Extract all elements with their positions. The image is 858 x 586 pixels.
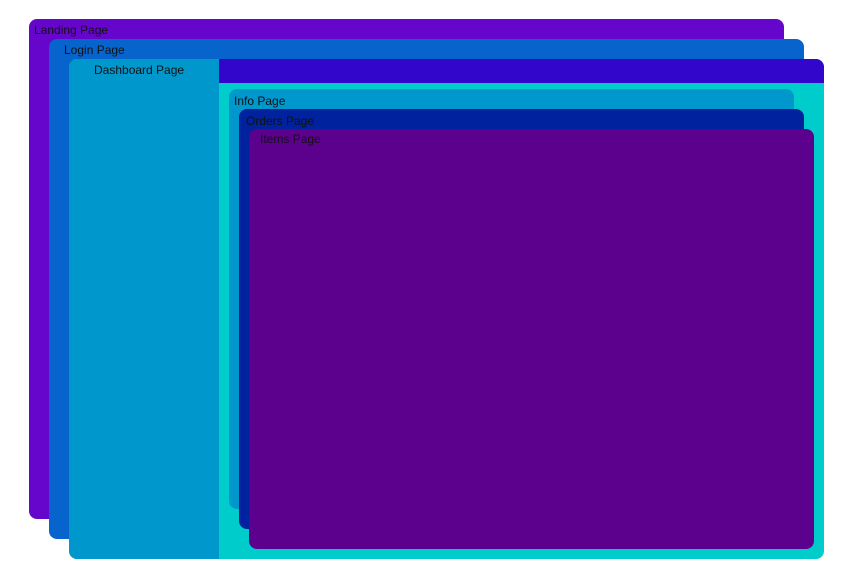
items-page-label: Items Page (260, 132, 321, 146)
orders-page-label: Orders Page (246, 114, 315, 128)
dashboard-sidebar (69, 59, 219, 559)
items-page-panel: Items Page (249, 129, 814, 549)
dashboard-topbar (219, 59, 824, 83)
landing-page-label: Landing Page (34, 23, 109, 37)
nested-pages-diagram: Landing Page Login Page Dashboard Page I… (0, 0, 858, 586)
login-page-label: Login Page (64, 43, 125, 57)
dashboard-page-label: Dashboard Page (94, 63, 185, 77)
info-page-label: Info Page (234, 94, 286, 108)
